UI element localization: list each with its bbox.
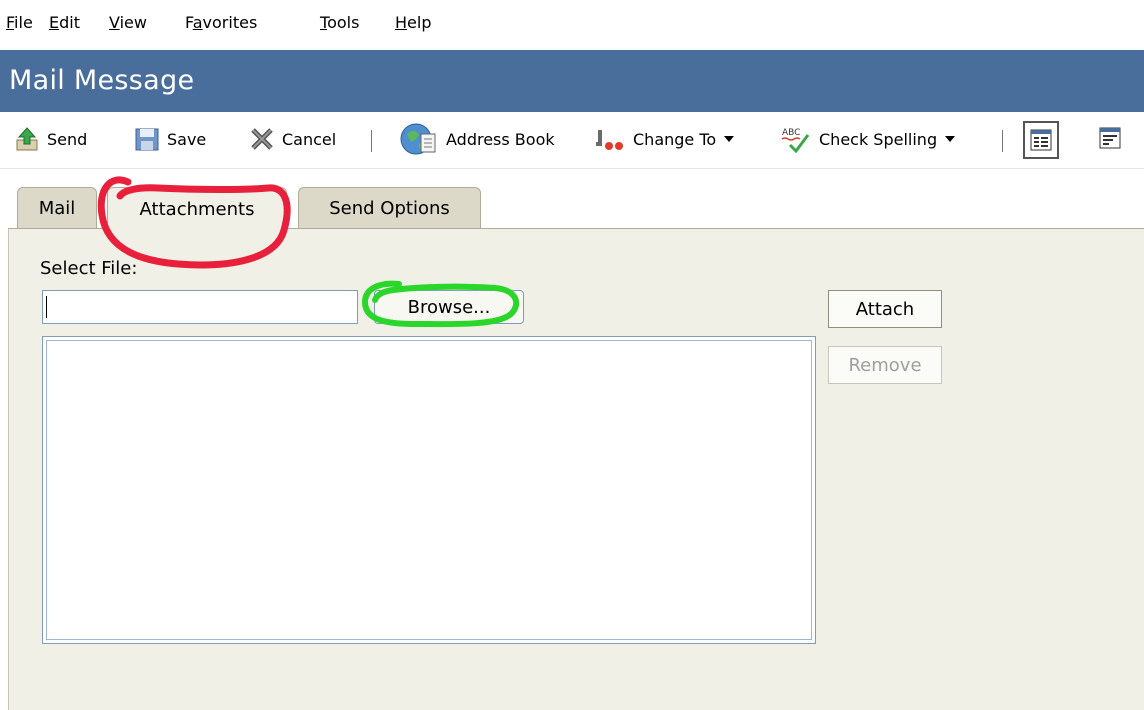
tab-send-options[interactable]: Send Options <box>298 187 481 229</box>
address-book-icon <box>400 123 436 155</box>
toolbar: Send Save Cancel Address Book Change To … <box>0 112 1144 169</box>
menu-help[interactable]: Help <box>395 14 431 32</box>
menu-file[interactable]: File <box>6 14 33 32</box>
cancel-icon <box>251 128 273 150</box>
change-to-icon <box>596 130 623 150</box>
chevron-down-icon[interactable] <box>722 134 736 144</box>
change-to-label: Change To <box>633 129 717 149</box>
address-book-button[interactable]: Address Book <box>399 123 555 155</box>
send-icon <box>16 127 38 151</box>
chevron-down-icon[interactable] <box>943 134 957 144</box>
view-mode-simple-button[interactable] <box>1094 121 1130 159</box>
toolbar-separator <box>371 130 372 152</box>
window-title: Mail Message <box>9 65 195 96</box>
menu-favorites[interactable]: Favorites <box>185 14 257 32</box>
attached-files-list[interactable] <box>42 336 816 644</box>
check-spelling-label: Check Spelling <box>819 129 938 149</box>
file-path-input[interactable] <box>42 290 358 324</box>
remove-label: Remove <box>848 354 922 376</box>
menu-tools[interactable]: Tools <box>320 14 359 32</box>
check-spelling-button[interactable]: ABC Check Spelling <box>780 126 957 153</box>
select-file-label: Select File: <box>40 258 138 279</box>
layout-simple-icon <box>1099 127 1121 149</box>
title-banner: Mail Message <box>0 50 1144 112</box>
tab-mail[interactable]: Mail <box>17 187 97 229</box>
browse-label: Browse... <box>407 296 491 318</box>
send-button[interactable]: Send <box>14 126 87 152</box>
tab-send-options-label: Send Options <box>329 198 450 219</box>
menu-view[interactable]: View <box>109 14 147 32</box>
change-to-button[interactable]: Change To <box>592 126 736 152</box>
save-button[interactable]: Save <box>134 126 206 152</box>
save-label: Save <box>167 129 207 149</box>
text-cursor <box>46 296 47 318</box>
attach-button[interactable]: Attach <box>828 290 942 328</box>
toolbar-separator <box>1002 130 1003 152</box>
cancel-label: Cancel <box>282 129 337 149</box>
send-label: Send <box>47 129 88 149</box>
menu-edit[interactable]: Edit <box>49 14 80 32</box>
svg-text:ABC: ABC <box>782 128 800 138</box>
attach-label: Attach <box>855 298 915 320</box>
menu-bar: File Edit View Favorites Tools Help <box>0 6 1144 36</box>
browse-button[interactable]: Browse... <box>374 290 524 324</box>
view-mode-full-button[interactable] <box>1023 121 1059 159</box>
remove-button: Remove <box>828 346 942 384</box>
check-spelling-icon: ABC <box>781 128 810 153</box>
layout-full-icon <box>1030 129 1052 151</box>
tab-strip: Mail Attachments Send Options <box>0 169 1144 230</box>
cancel-button[interactable]: Cancel <box>249 126 336 152</box>
tab-mail-label: Mail <box>38 198 76 219</box>
save-icon <box>135 128 159 151</box>
tab-attachments-label: Attachments <box>139 198 255 220</box>
tab-attachments[interactable]: Attachments <box>107 187 287 230</box>
address-book-label: Address Book <box>446 129 555 149</box>
